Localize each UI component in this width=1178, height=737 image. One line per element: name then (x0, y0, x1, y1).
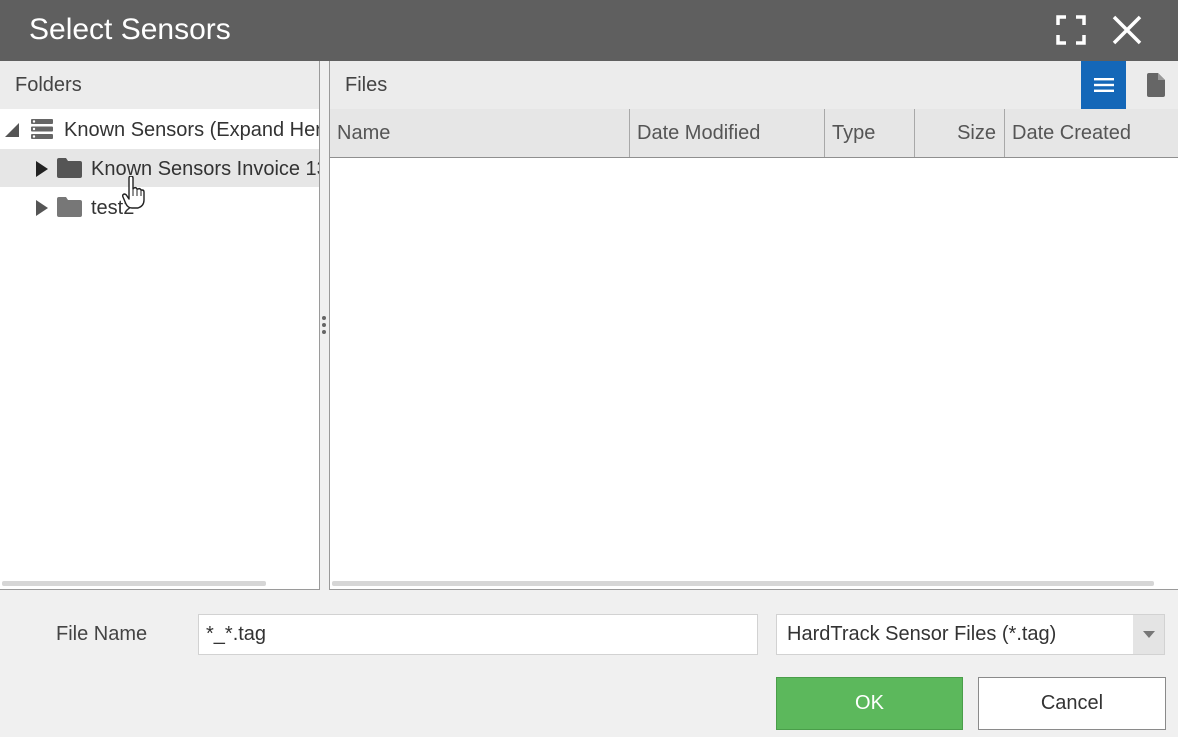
folder-icon (57, 158, 82, 178)
tree-item-test2[interactable]: test2 (0, 188, 319, 226)
file-name-label: File Name (56, 623, 148, 645)
column-size[interactable]: Size (915, 109, 1005, 157)
tree-item-label: Known Sensors (Expand Here) (64, 119, 319, 141)
files-header-label: Files (345, 74, 388, 96)
folders-header: Folders (0, 61, 319, 109)
list-view-button[interactable] (1081, 61, 1126, 109)
column-name[interactable]: Name (330, 109, 630, 157)
tree-item-known-sensors[interactable]: Known Sensors (Expand Here) (0, 110, 319, 148)
horizontal-scrollbar[interactable] (2, 581, 266, 586)
file-type-select[interactable]: HardTrack Sensor Files (*.tag) (776, 614, 1165, 655)
splitter-grip-icon[interactable] (322, 316, 326, 334)
file-view-button[interactable] (1133, 61, 1178, 109)
close-button[interactable] (1107, 10, 1147, 50)
files-header: Files (330, 61, 1178, 109)
hand-cursor-icon (122, 176, 145, 209)
dropdown-arrow-button[interactable] (1133, 615, 1164, 654)
close-icon (1112, 15, 1142, 45)
folder-icon (57, 197, 82, 217)
column-type[interactable]: Type (825, 109, 915, 157)
file-name-input[interactable] (198, 614, 758, 655)
tree-item-known-sensors-invoice[interactable]: Known Sensors Invoice 13 (0, 149, 319, 187)
server-icon (31, 119, 53, 139)
collapsed-arrow-icon[interactable] (36, 161, 48, 177)
list-view-icon (1093, 78, 1114, 92)
maximize-button[interactable] (1051, 10, 1091, 50)
horizontal-scrollbar[interactable] (332, 581, 1154, 586)
files-pane: Files Name Date Modified Type Size Date … (330, 61, 1178, 590)
ok-button[interactable]: OK (776, 677, 963, 730)
column-date-modified[interactable]: Date Modified (630, 109, 825, 157)
file-list-column-header: Name Date Modified Type Size Date Create… (330, 109, 1178, 158)
cancel-button[interactable]: Cancel (978, 677, 1166, 730)
column-date-created[interactable]: Date Created (1005, 109, 1178, 157)
dialog-footer: File Name HardTrack Sensor Files (*.tag)… (0, 590, 1178, 737)
dialog-title: Select Sensors (29, 13, 231, 46)
file-icon (1146, 73, 1165, 97)
chevron-down-icon (1142, 631, 1155, 638)
folders-pane: Folders Known Sensors (Expand Here) Know… (0, 61, 320, 590)
file-type-selected: HardTrack Sensor Files (*.tag) (787, 623, 1057, 645)
expanded-arrow-icon[interactable] (5, 123, 19, 137)
dialog-titlebar: Select Sensors (0, 0, 1178, 61)
maximize-icon (1056, 15, 1086, 45)
collapsed-arrow-icon[interactable] (36, 200, 48, 216)
